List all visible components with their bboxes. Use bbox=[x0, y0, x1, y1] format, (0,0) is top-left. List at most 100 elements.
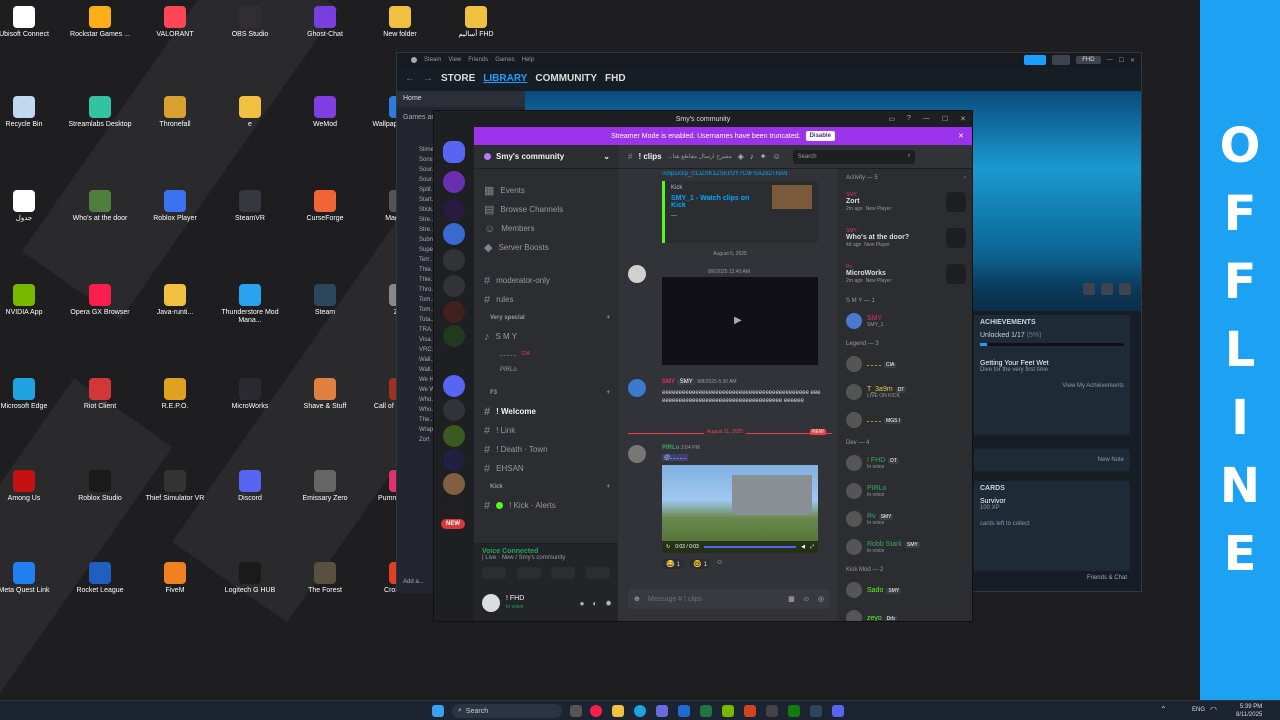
desktop-shortcut[interactable]: SteamVR bbox=[218, 190, 282, 223]
search-input[interactable]: Search ⌕ bbox=[792, 149, 915, 164]
broadcast-icon[interactable] bbox=[1024, 55, 1047, 65]
server-boosts-item[interactable]: ◆ Server Boosts bbox=[474, 238, 618, 257]
chevron-right-icon[interactable]: › bbox=[964, 175, 966, 181]
notification-bell-icon[interactable] bbox=[1052, 55, 1071, 65]
member-item[interactable]: ـ ـ ـ ـ CIA bbox=[838, 350, 972, 378]
server-icon[interactable] bbox=[443, 249, 465, 271]
nav-profile[interactable]: FHD bbox=[605, 73, 626, 84]
close-icon[interactable]: ✕ bbox=[1130, 57, 1135, 64]
friends-chat-button[interactable]: Friends & Chat bbox=[1087, 575, 1127, 581]
server-icon[interactable] bbox=[443, 399, 465, 421]
server-icon[interactable] bbox=[443, 449, 465, 471]
server-icon[interactable] bbox=[443, 425, 465, 447]
server-icon[interactable] bbox=[443, 199, 465, 221]
activity-icon[interactable] bbox=[551, 567, 576, 579]
channel-death-town[interactable]: # ! Death · Town bbox=[474, 440, 618, 459]
member-item[interactable]: T_3a9m DT LIVE ON KICK bbox=[838, 378, 972, 406]
desktop-shortcut[interactable]: VALORANT bbox=[143, 6, 207, 39]
menu-view[interactable]: View bbox=[448, 57, 461, 63]
xbox-icon[interactable] bbox=[788, 705, 800, 717]
back-arrow-icon[interactable]: ← bbox=[405, 73, 415, 84]
server-header[interactable]: Smy's community ⌄ bbox=[474, 145, 618, 169]
member-item[interactable]: Rv SMY In voice bbox=[838, 505, 972, 533]
reaction[interactable]: 😂 1 bbox=[662, 559, 685, 569]
desktop-shortcut[interactable]: Discord bbox=[218, 470, 282, 503]
desktop-shortcut[interactable]: Java-runti... bbox=[143, 284, 207, 317]
copilot-icon[interactable] bbox=[656, 705, 668, 717]
message-input[interactable]: ⊕ Message # ! clips ▦ ☺ ◎ bbox=[628, 589, 830, 609]
desktop-shortcut[interactable]: Streamlabs Desktop bbox=[68, 96, 132, 129]
desktop-shortcut[interactable]: OBS Studio bbox=[218, 6, 282, 39]
desktop-shortcut[interactable]: New folder bbox=[368, 6, 432, 39]
headphones-icon[interactable]: ◐ bbox=[592, 599, 597, 608]
add-channel-icon[interactable]: + bbox=[606, 390, 610, 396]
nvidia-icon[interactable] bbox=[722, 705, 734, 717]
menu-games[interactable]: Games bbox=[495, 57, 514, 63]
desktop-shortcut[interactable]: Microsoft Edge bbox=[0, 378, 56, 411]
category-kick[interactable]: Kick + bbox=[474, 478, 618, 496]
browse-channels-item[interactable]: ▤ Browse Channels bbox=[474, 200, 618, 219]
mute-icon[interactable]: ♪ bbox=[750, 152, 754, 161]
desktop-shortcut[interactable]: Steam bbox=[293, 284, 357, 317]
nav-community[interactable]: COMMUNITY bbox=[535, 73, 597, 84]
desktop-shortcut[interactable]: Shave & Stuff bbox=[293, 378, 357, 411]
events-item[interactable]: ▦ Events bbox=[474, 181, 618, 200]
volume-icon[interactable]: ◀ bbox=[801, 544, 805, 550]
desktop-shortcut[interactable]: Thief Simulator VR bbox=[143, 470, 207, 503]
server-icon[interactable] bbox=[443, 223, 465, 245]
channel-link[interactable]: # ! Link bbox=[474, 421, 618, 440]
desktop-shortcut[interactable]: Riot Client bbox=[68, 378, 132, 411]
settings-gear-icon[interactable]: ✹ bbox=[605, 599, 612, 608]
info-icon[interactable] bbox=[1101, 283, 1113, 295]
embed-title[interactable]: SMY_1 - Watch clips on Kick bbox=[671, 195, 761, 209]
avatar[interactable] bbox=[628, 265, 646, 283]
close-banner-icon[interactable]: ✕ bbox=[958, 132, 964, 140]
server-icon[interactable] bbox=[443, 349, 465, 371]
desktop-shortcut[interactable]: MicroWorks bbox=[218, 378, 282, 411]
desktop-shortcut[interactable]: Recycle Bin bbox=[0, 96, 56, 129]
threads-icon[interactable]: ◈ bbox=[738, 152, 744, 161]
desktop-shortcut[interactable]: Roblox Studio bbox=[68, 470, 132, 503]
microphone-icon[interactable]: ● bbox=[580, 599, 585, 608]
voice-member[interactable]: ـ ـ ـ ـ ـ CIA bbox=[474, 346, 618, 362]
add-channel-icon[interactable]: + bbox=[606, 315, 610, 321]
add-game-button[interactable]: Add a... bbox=[403, 579, 424, 585]
video-controls[interactable]: ↻ 0:03 / 0:03 ◀ ⤢ bbox=[662, 541, 818, 553]
help-icon[interactable]: ? bbox=[907, 115, 911, 123]
desktop-shortcut[interactable]: جدول bbox=[0, 190, 56, 223]
start-button-icon[interactable] bbox=[432, 705, 444, 717]
screen-share-icon[interactable] bbox=[516, 567, 541, 579]
desktop-shortcut[interactable]: Rockstar Games ... bbox=[68, 6, 132, 39]
fullscreen-icon[interactable]: ⤢ bbox=[810, 544, 814, 550]
channel-kick-alerts[interactable]: # ! Kick · Alerts bbox=[474, 496, 618, 515]
category-f3[interactable]: F3 + bbox=[474, 384, 618, 402]
taskbar-app-icon[interactable] bbox=[766, 705, 778, 717]
channel-rules[interactable]: # rules bbox=[474, 290, 618, 309]
server-icon[interactable] bbox=[443, 473, 465, 495]
channel-moderator-only[interactable]: # moderator-only bbox=[474, 271, 618, 290]
member-item[interactable]: Sado SMY bbox=[838, 576, 972, 604]
server-icon[interactable] bbox=[443, 325, 465, 347]
reaction[interactable]: 🤓 1 bbox=[689, 559, 712, 569]
desktop-shortcut[interactable]: The Forest bbox=[293, 562, 357, 595]
clock-date[interactable]: 8/11/2025 bbox=[1236, 711, 1262, 719]
desktop-shortcut[interactable]: WeMod bbox=[293, 96, 357, 129]
wifi-icon[interactable]: ◠ bbox=[1210, 705, 1217, 714]
clock-time[interactable]: 5:39 PM bbox=[1236, 703, 1262, 711]
desktop-shortcut[interactable]: Rocket League bbox=[68, 562, 132, 595]
members-item[interactable]: ☺ Members bbox=[474, 219, 618, 238]
play-icon[interactable]: ▶ bbox=[734, 315, 742, 326]
member-item[interactable]: zeyo Drb bbox=[838, 604, 972, 621]
activity-item[interactable]: Rv MicroWorks 2m ago New Player bbox=[838, 256, 972, 292]
category-very-special[interactable]: Very special + bbox=[474, 309, 618, 327]
apps-icon[interactable]: ◎ bbox=[818, 595, 824, 603]
video-attachment[interactable]: ▶ bbox=[662, 277, 818, 365]
gift-icon[interactable]: ▦ bbox=[788, 595, 795, 603]
member-item[interactable]: Robb Stark SMY In voice bbox=[838, 533, 972, 561]
discord-home-icon[interactable] bbox=[443, 141, 465, 163]
desktop-shortcut[interactable]: FiveM bbox=[143, 562, 207, 595]
server-icon[interactable] bbox=[443, 275, 465, 297]
nav-store[interactable]: STORE bbox=[441, 73, 475, 84]
discord-icon[interactable] bbox=[832, 705, 844, 717]
menu-help[interactable]: Help bbox=[522, 57, 534, 63]
